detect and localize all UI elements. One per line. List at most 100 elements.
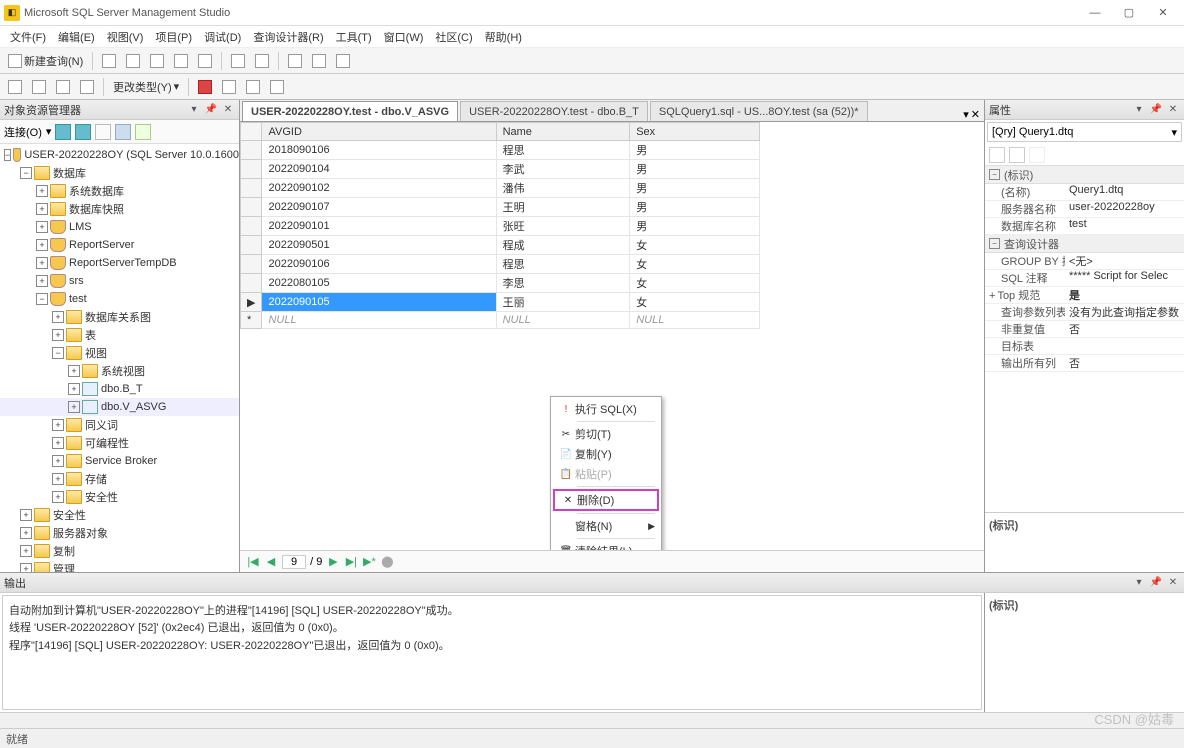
menu-file[interactable]: 文件(F) bbox=[4, 29, 52, 45]
output-dropdown-icon[interactable]: ▾ bbox=[1132, 576, 1146, 590]
col-avgid[interactable]: AVGID bbox=[262, 123, 496, 141]
menu-project[interactable]: 项目(P) bbox=[149, 29, 198, 45]
tab-close-icon[interactable]: ✕ bbox=[971, 108, 980, 121]
tree-reportserver[interactable]: ReportServer bbox=[69, 239, 134, 251]
nav-new-icon[interactable]: ▶* bbox=[362, 555, 376, 569]
tree-tables[interactable]: 表 bbox=[85, 327, 96, 343]
tree-server[interactable]: USER-20220228OY (SQL Server 10.0.1600 bbox=[24, 149, 239, 161]
tb-btn2[interactable] bbox=[122, 51, 144, 71]
tree-reportservertemp[interactable]: ReportServerTempDB bbox=[69, 257, 177, 269]
cm-clear-results[interactable]: 🗑清除结果(L) bbox=[553, 541, 659, 550]
props-cat-icon[interactable] bbox=[989, 147, 1005, 163]
nav-stop-icon[interactable]: ⬤ bbox=[380, 555, 394, 569]
properties-selector[interactable]: [Qry] Query1.dtq▾ bbox=[987, 122, 1182, 142]
menu-window[interactable]: 窗口(W) bbox=[378, 29, 430, 45]
tb-btn8[interactable] bbox=[284, 51, 306, 71]
panel-dropdown-icon[interactable]: ▾ bbox=[187, 103, 201, 117]
tb2-btn2[interactable] bbox=[28, 77, 50, 97]
nav-first-icon[interactable]: |◀ bbox=[246, 555, 260, 569]
tree-test[interactable]: test bbox=[69, 293, 87, 305]
tree-security[interactable]: 安全性 bbox=[53, 507, 86, 523]
tb-btn9[interactable] bbox=[308, 51, 330, 71]
tb-btn10[interactable] bbox=[332, 51, 354, 71]
props-az-icon[interactable] bbox=[1009, 147, 1025, 163]
tb2-exec-icon[interactable] bbox=[194, 77, 216, 97]
col-sex[interactable]: Sex bbox=[630, 123, 760, 141]
cm-pane[interactable]: 窗格(N)▶ bbox=[553, 516, 659, 536]
tb2-btn6[interactable] bbox=[218, 77, 240, 97]
nav-next-icon[interactable]: ▶ bbox=[326, 555, 340, 569]
maximize-button[interactable]: ▢ bbox=[1112, 3, 1146, 23]
conn-ic2[interactable] bbox=[75, 124, 91, 140]
menu-edit[interactable]: 编辑(E) bbox=[52, 29, 101, 45]
tree-sysdb[interactable]: 系统数据库 bbox=[69, 183, 124, 199]
horizontal-scrollbar[interactable] bbox=[0, 712, 1184, 728]
tree-diagrams[interactable]: 数据库关系图 bbox=[85, 309, 151, 325]
props-close-icon[interactable]: ✕ bbox=[1166, 103, 1180, 117]
tree-databases[interactable]: 数据库 bbox=[53, 165, 86, 181]
cm-execute-sql[interactable]: !执行 SQL(X) bbox=[553, 399, 659, 419]
tab-dropdown-icon[interactable]: ▾ bbox=[963, 108, 969, 121]
conn-ic1[interactable] bbox=[55, 124, 71, 140]
props-dropdown-icon[interactable]: ▾ bbox=[1132, 103, 1146, 117]
object-tree[interactable]: −USER-20220228OY (SQL Server 10.0.1600 −… bbox=[0, 144, 239, 572]
col-name[interactable]: Name bbox=[496, 123, 630, 141]
tb2-btn4[interactable] bbox=[76, 77, 98, 97]
tb2-btn1[interactable] bbox=[4, 77, 26, 97]
close-button[interactable]: ✕ bbox=[1146, 3, 1180, 23]
panel-close-icon[interactable]: ✕ bbox=[221, 103, 235, 117]
filter-icon[interactable] bbox=[115, 124, 131, 140]
tree-programmability[interactable]: 可编程性 bbox=[85, 435, 129, 451]
tb2-btn3[interactable] bbox=[52, 77, 74, 97]
panel-pin-icon[interactable]: 📌 bbox=[204, 103, 218, 117]
tree-management[interactable]: 管理 bbox=[53, 561, 75, 572]
menu-tools[interactable]: 工具(T) bbox=[330, 29, 378, 45]
tree-security-db[interactable]: 安全性 bbox=[85, 489, 118, 505]
menu-debug[interactable]: 调试(D) bbox=[198, 29, 247, 45]
conn-ic3[interactable] bbox=[95, 124, 111, 140]
tree-sysviews[interactable]: 系统视图 bbox=[101, 363, 145, 379]
tb2-btn8[interactable] bbox=[266, 77, 288, 97]
minimize-button[interactable]: — bbox=[1078, 3, 1112, 23]
menu-view[interactable]: 视图(V) bbox=[101, 29, 150, 45]
nav-last-icon[interactable]: ▶| bbox=[344, 555, 358, 569]
menu-query-designer[interactable]: 查询设计器(R) bbox=[247, 29, 329, 45]
result-grid[interactable]: AVGIDNameSex 2018090106程思男 2022090104李武男… bbox=[240, 122, 984, 550]
properties-grid[interactable]: −(标识) (名称)Query1.dtq 服务器名称user-20220228o… bbox=[985, 166, 1184, 512]
tb-open-icon[interactable] bbox=[98, 51, 120, 71]
tree-serverobjs[interactable]: 服务器对象 bbox=[53, 525, 108, 541]
tree-synonyms[interactable]: 同义词 bbox=[85, 417, 118, 433]
tb-btn7[interactable] bbox=[251, 51, 273, 71]
tree-srs[interactable]: srs bbox=[69, 275, 84, 287]
cm-copy[interactable]: 📄复制(Y) bbox=[553, 444, 659, 464]
new-query-button[interactable]: 新建查询(N) bbox=[4, 51, 87, 71]
connect-button[interactable]: 连接(O) bbox=[4, 124, 42, 140]
tb-btn4[interactable] bbox=[170, 51, 192, 71]
props-pin-icon[interactable]: 📌 bbox=[1149, 103, 1163, 117]
tree-storage[interactable]: 存储 bbox=[85, 471, 107, 487]
refresh-icon[interactable] bbox=[135, 124, 151, 140]
cm-delete[interactable]: ✕删除(D) bbox=[553, 489, 659, 511]
tab-bt[interactable]: USER-20220228OY.test - dbo.B_T bbox=[460, 101, 648, 121]
tree-snapshot[interactable]: 数据库快照 bbox=[69, 201, 124, 217]
cm-cut[interactable]: ✂剪切(T) bbox=[553, 424, 659, 444]
tab-asvg[interactable]: USER-20220228OY.test - dbo.V_ASVG bbox=[242, 101, 458, 121]
tab-sqlquery[interactable]: SQLQuery1.sql - US...8OY.test (sa (52))* bbox=[650, 101, 868, 121]
output-close-icon[interactable]: ✕ bbox=[1166, 576, 1180, 590]
tree-servicebroker[interactable]: Service Broker bbox=[85, 455, 157, 467]
tb2-btn7[interactable] bbox=[242, 77, 264, 97]
change-type-button[interactable]: 更改类型(Y) ▾ bbox=[109, 77, 183, 97]
tb-btn6[interactable] bbox=[227, 51, 249, 71]
output-pin-icon[interactable]: 📌 bbox=[1149, 576, 1163, 590]
tree-replication[interactable]: 复制 bbox=[53, 543, 75, 559]
tb-btn5[interactable] bbox=[194, 51, 216, 71]
menu-community[interactable]: 社区(C) bbox=[429, 29, 478, 45]
tree-views[interactable]: 视图 bbox=[85, 345, 107, 361]
output-text[interactable]: 自动附加到计算机"USER-20220228OY"上的进程"[14196] [S… bbox=[2, 595, 982, 710]
tree-view-asvg[interactable]: dbo.V_ASVG bbox=[101, 401, 166, 413]
tb-btn3[interactable] bbox=[146, 51, 168, 71]
nav-current[interactable]: 9 bbox=[282, 555, 306, 569]
props-page-icon[interactable] bbox=[1029, 147, 1045, 163]
menu-help[interactable]: 帮助(H) bbox=[479, 29, 528, 45]
tree-lms[interactable]: LMS bbox=[69, 221, 92, 233]
